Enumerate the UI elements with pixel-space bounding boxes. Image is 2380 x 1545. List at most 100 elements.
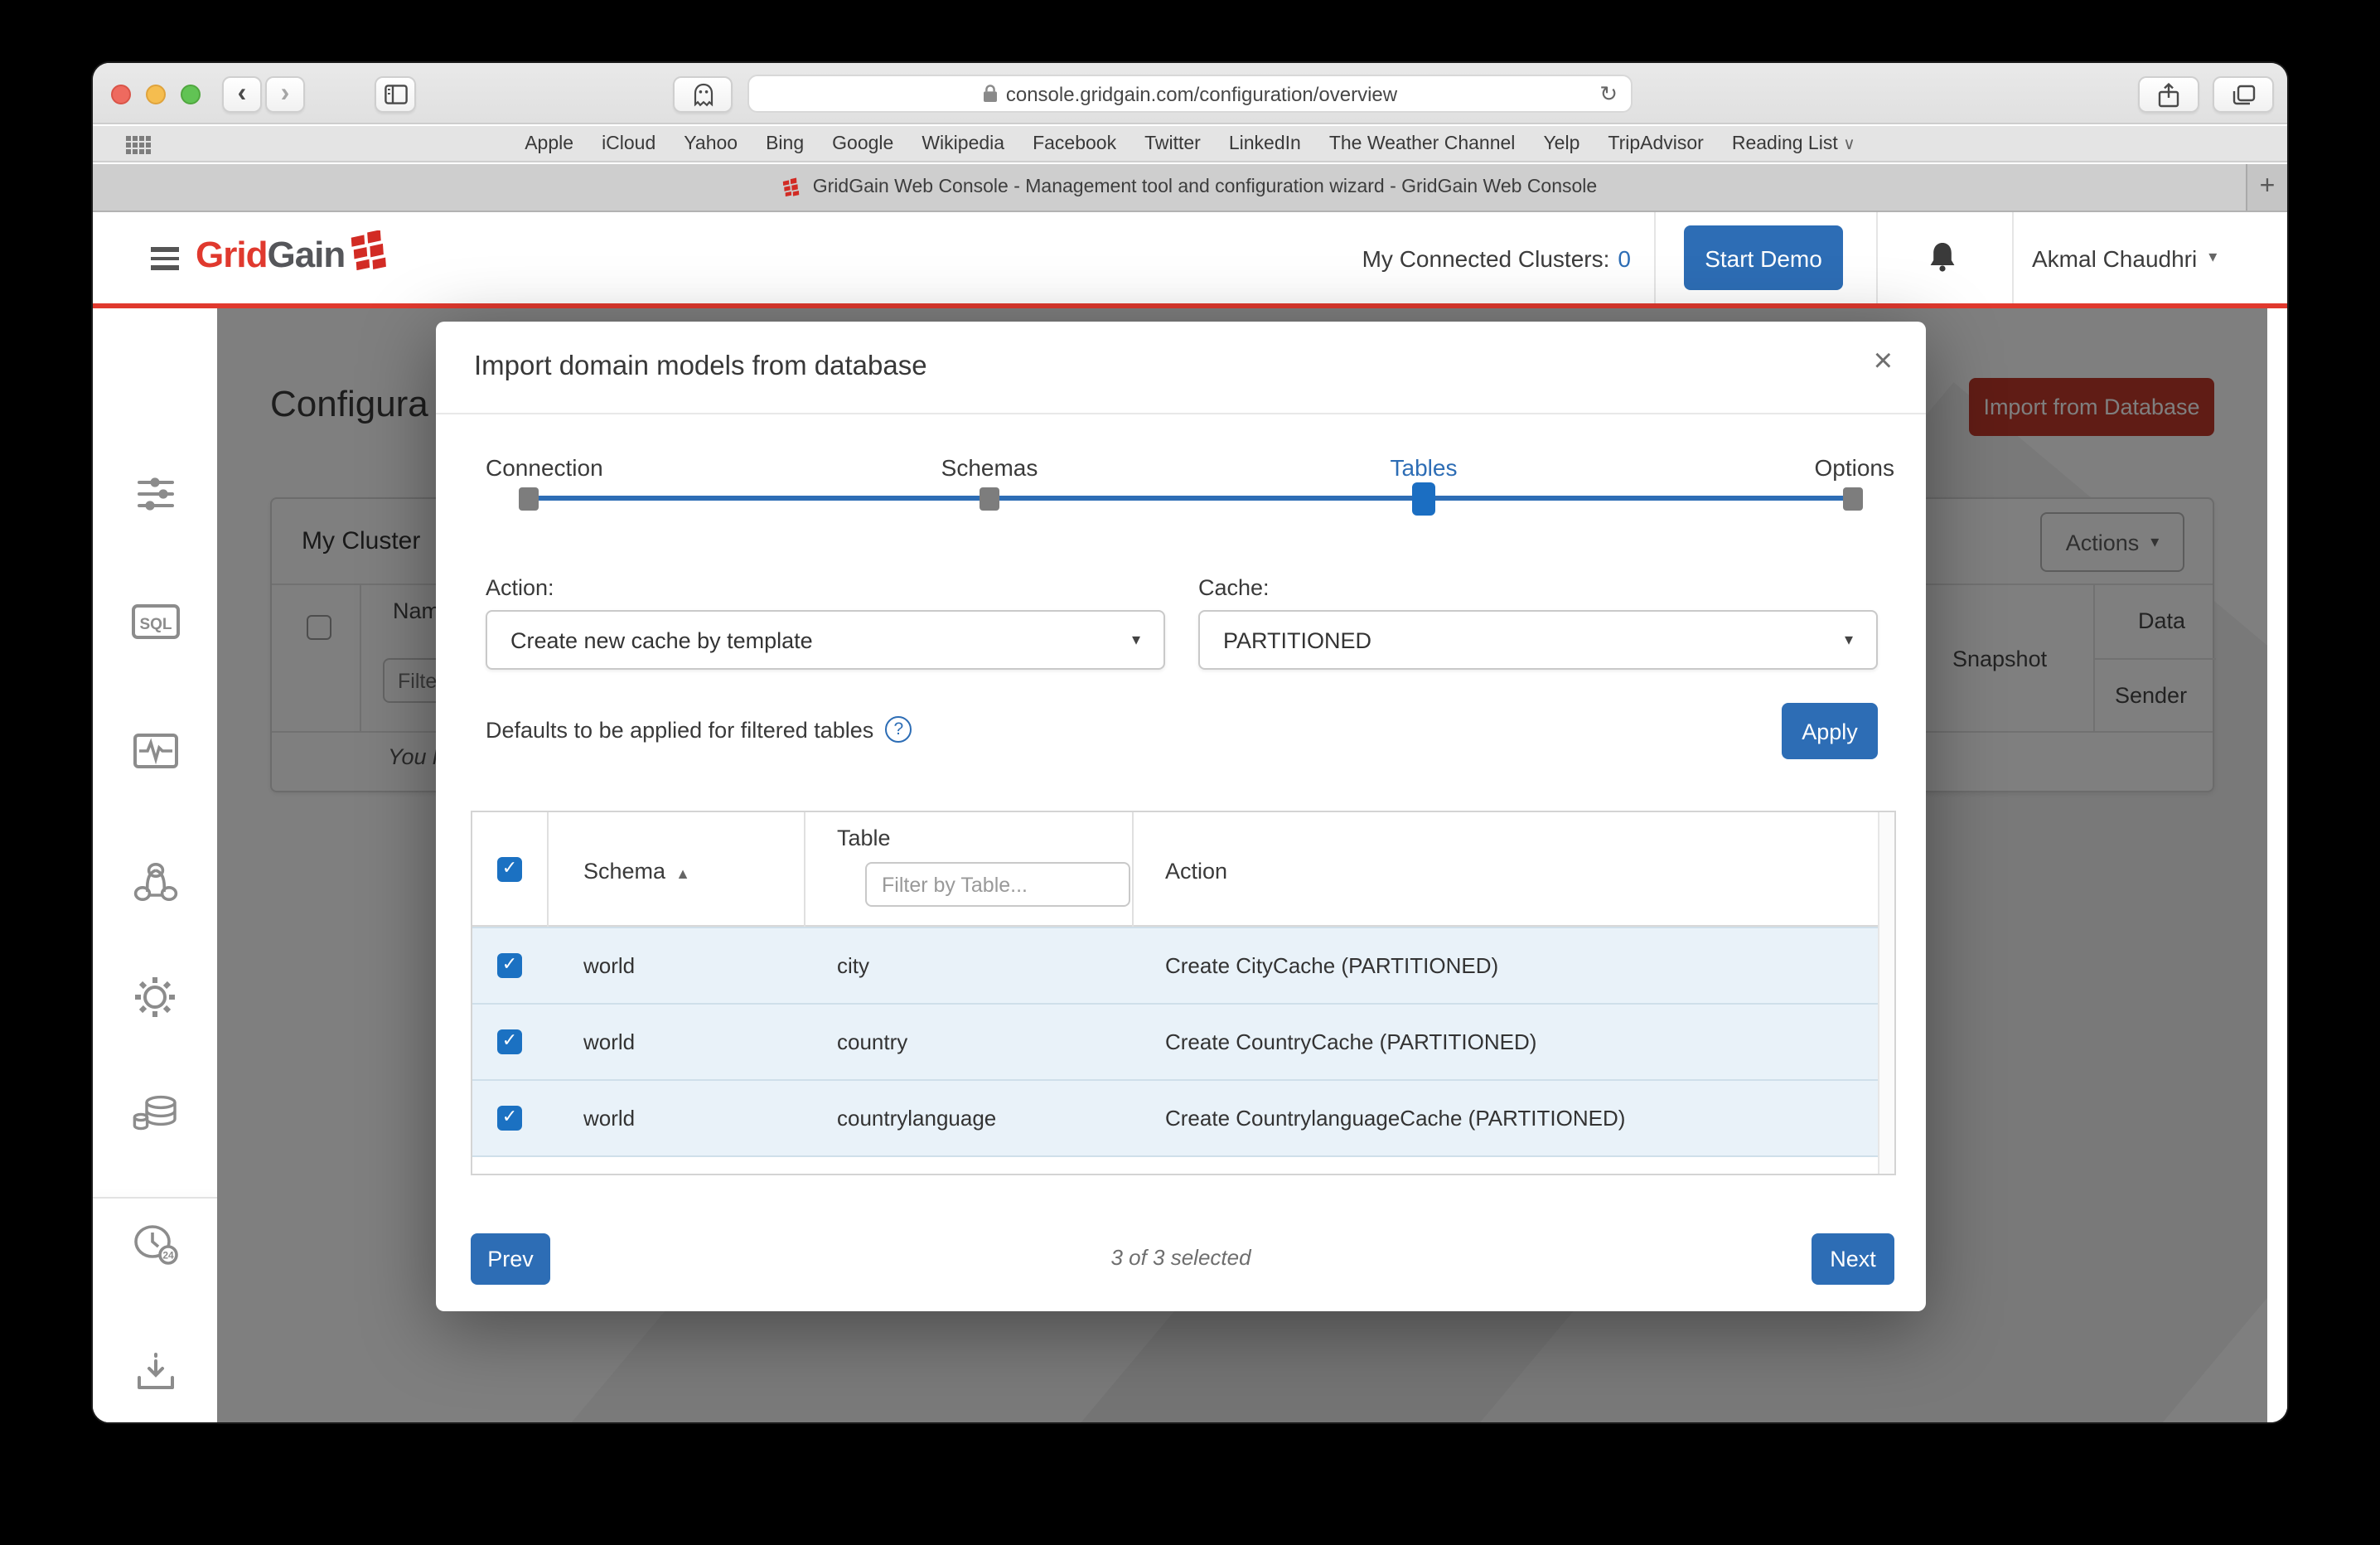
bookmark-icloud[interactable]: iCloud (602, 133, 655, 153)
sidebar-icon (384, 85, 407, 104)
step-handle-schemas[interactable] (980, 487, 999, 511)
url-text: console.gridgain.com/configuration/overv… (1005, 82, 1398, 105)
step-schemas[interactable]: Schemas (941, 454, 1038, 481)
cache-select[interactable]: PARTITIONED ▾ (1198, 610, 1878, 670)
table-filter-input[interactable] (865, 862, 1130, 907)
notifications-button[interactable] (1928, 240, 1957, 274)
tab-overview-button[interactable] (2213, 76, 2274, 113)
clusters-count[interactable]: 0 (1618, 245, 1631, 271)
zoom-window-button[interactable] (181, 85, 201, 104)
coins-icon (132, 1095, 176, 1131)
monitor-pulse-icon (133, 734, 177, 768)
web-content: Grid Gain My Connected Clusters: 0 Start… (93, 212, 2287, 1422)
bookmark-yahoo[interactable]: Yahoo (684, 133, 738, 153)
extension-ghostery-button[interactable] (673, 76, 733, 113)
sidebar-item-configuration[interactable] (93, 472, 217, 516)
sidebar-item-caches[interactable] (93, 1094, 217, 1134)
sidebar-toggle-button[interactable] (375, 76, 416, 113)
step-handle-tables[interactable] (1412, 482, 1435, 516)
select-all-tables-checkbox[interactable] (497, 857, 522, 882)
bookmark-weather-channel[interactable]: The Weather Channel (1329, 133, 1516, 153)
sql-icon: SQL (131, 604, 179, 639)
column-header-action[interactable]: Action (1165, 859, 1227, 884)
step-handle-connection[interactable] (519, 487, 539, 511)
tab-bar: GridGain Web Console - Management tool a… (93, 164, 2287, 212)
close-icon[interactable]: × (1874, 345, 1893, 378)
bookmark-bing[interactable]: Bing (766, 133, 804, 153)
bookmark-google[interactable]: Google (832, 133, 893, 153)
row-checkbox[interactable] (497, 953, 522, 978)
sidebar-item-download-agent[interactable] (93, 1351, 217, 1394)
bookmarks-bar: Apple iCloud Yahoo Bing Google Wikipedia… (93, 126, 2287, 162)
user-menu[interactable]: Akmal Chaudhri ▾ (2032, 212, 2217, 303)
bookmark-twitter[interactable]: Twitter (1144, 133, 1201, 153)
chevron-down-icon: ▾ (2208, 249, 2218, 267)
sliders-icon (137, 477, 173, 511)
connected-clusters: My Connected Clusters: 0 (1362, 245, 1631, 271)
table-row[interactable]: world countrylanguage Create Countrylang… (472, 1079, 1894, 1155)
bookmark-apple[interactable]: Apple (525, 133, 573, 153)
address-bar[interactable]: console.gridgain.com/configuration/overv… (747, 75, 1633, 113)
sidebar-item-queries-history[interactable]: 24 (93, 1223, 217, 1267)
defaults-label: Defaults to be applied for filtered tabl… (486, 717, 874, 742)
new-tab-button[interactable]: + (2246, 164, 2287, 211)
apply-button[interactable]: Apply (1782, 703, 1878, 759)
cluster-nodes-icon (133, 863, 177, 901)
column-header-table[interactable]: Table (837, 826, 891, 850)
table-row-partial (472, 1155, 1894, 1174)
minimize-window-button[interactable] (146, 85, 166, 104)
gridgain-flag-icon (351, 230, 387, 270)
row-checkbox[interactable] (497, 1029, 522, 1054)
plus-icon: + (2259, 172, 2276, 201)
step-handle-options[interactable] (1843, 487, 1863, 511)
menu-icon[interactable] (151, 247, 179, 274)
action-select[interactable]: Create new cache by template ▾ (486, 610, 1165, 670)
chevron-right-icon: › (280, 80, 290, 108)
sort-asc-icon: ▲ (675, 865, 690, 882)
sidebar-item-cluster[interactable] (93, 860, 217, 903)
bookmark-tripadvisor[interactable]: TripAdvisor (1608, 133, 1703, 153)
step-connection[interactable]: Connection (486, 454, 603, 481)
forward-button[interactable]: › (265, 76, 305, 113)
gear-icon (135, 977, 175, 1017)
download-icon (137, 1353, 173, 1389)
chevron-down-icon: ∨ (1843, 135, 1855, 153)
close-window-button[interactable] (111, 85, 131, 104)
cache-label: Cache: (1198, 575, 1270, 600)
table-scrollbar-track[interactable] (1878, 812, 1894, 1174)
back-button[interactable]: ‹ (222, 76, 262, 113)
defaults-row: Defaults to be applied for filtered tabl… (486, 716, 912, 743)
row-table: country (837, 1029, 908, 1054)
sidebar-item-settings[interactable] (93, 975, 217, 1020)
user-name: Akmal Chaudhri (2032, 245, 2198, 271)
bookmark-facebook[interactable]: Facebook (1033, 133, 1116, 153)
row-action: Create CountryCache (PARTITIONED) (1165, 1029, 1537, 1054)
bookmark-linkedin[interactable]: LinkedIn (1229, 133, 1301, 153)
help-icon[interactable]: ? (885, 716, 912, 743)
desktop: ‹ › console.gridgain.com/configuration/o… (0, 0, 2380, 1545)
next-button[interactable]: Next (1812, 1233, 1894, 1285)
action-label: Action: (486, 575, 554, 600)
step-tables[interactable]: Tables (1391, 454, 1458, 481)
sidebar-item-sql[interactable]: SQL (93, 603, 217, 640)
sidebar-item-monitoring[interactable] (93, 733, 217, 769)
app-header: Grid Gain My Connected Clusters: 0 Start… (93, 212, 2287, 303)
chevron-down-icon: ▾ (1844, 631, 1853, 649)
bell-icon (1930, 243, 1955, 272)
row-checkbox[interactable] (497, 1106, 522, 1131)
step-options[interactable]: Options (1815, 454, 1895, 481)
page-scrollbar-track[interactable] (2267, 308, 2287, 1422)
bookmark-yelp[interactable]: Yelp (1543, 133, 1579, 153)
tab-title[interactable]: GridGain Web Console - Management tool a… (813, 177, 1597, 197)
reload-icon[interactable]: ↻ (1599, 80, 1618, 107)
share-button[interactable] (2138, 76, 2199, 113)
table-row[interactable]: world country Create CountryCache (PARTI… (472, 1003, 1894, 1079)
bookmark-wikipedia[interactable]: Wikipedia (922, 133, 1004, 153)
table-row[interactable]: world city Create CityCache (PARTITIONED… (472, 927, 1894, 1003)
row-table: countrylanguage (837, 1106, 997, 1131)
column-header-schema[interactable]: Schema ▲ (583, 859, 690, 884)
gridgain-logo[interactable]: Grid Gain (196, 230, 393, 277)
bookmark-reading-list[interactable]: Reading List ∨ (1732, 133, 1855, 153)
start-demo-button[interactable]: Start Demo (1684, 225, 1843, 290)
row-action: Create CityCache (PARTITIONED) (1165, 953, 1499, 978)
